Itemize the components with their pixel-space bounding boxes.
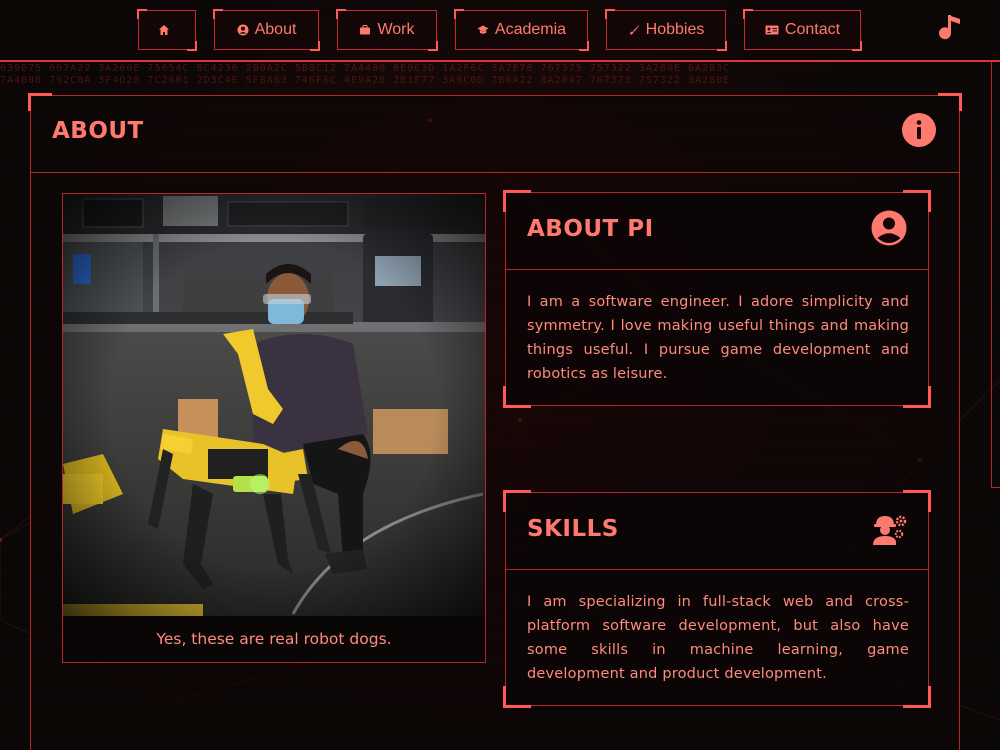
nav-home-button[interactable] bbox=[137, 9, 197, 51]
card-corner-bracket bbox=[503, 386, 531, 408]
nav-work-label: Work bbox=[377, 21, 415, 38]
user-circle-icon bbox=[237, 24, 249, 36]
paintbrush-icon bbox=[629, 25, 639, 35]
skills-text: I am specializing in full-stack web and … bbox=[527, 594, 909, 682]
nav-work-button[interactable]: Work bbox=[336, 9, 438, 51]
code-ticker-decoration: 639E75 667A22 3A200E 75654C 8C4236 2B0A2… bbox=[0, 63, 731, 86]
user-gears-icon bbox=[873, 515, 907, 545]
about-pi-card: ABOUT PI I am a software engineer. I ado… bbox=[503, 190, 931, 408]
card-corner-bracket bbox=[503, 686, 531, 708]
user-circle-icon bbox=[871, 210, 907, 246]
nav-about-label: About bbox=[254, 21, 297, 38]
home-icon bbox=[159, 25, 169, 35]
robot-dog-photo bbox=[63, 194, 485, 616]
skills-header: SKILLS bbox=[506, 493, 928, 570]
nav-academia-button[interactable]: Academia bbox=[454, 9, 589, 51]
photo-caption: Yes, these are real robot dogs. bbox=[156, 630, 392, 648]
about-pi-header: ABOUT PI bbox=[506, 193, 928, 270]
nav-hobbies-label: Hobbies bbox=[645, 21, 705, 38]
about-pi-title: ABOUT PI bbox=[527, 216, 654, 242]
nav-contact-button[interactable]: Contact bbox=[743, 9, 862, 51]
card-corner-bracket bbox=[903, 386, 931, 408]
scrollbar-rail[interactable] bbox=[991, 62, 1000, 488]
about-pi-text: I am a software engineer. I adore simpli… bbox=[527, 294, 909, 382]
skills-title: SKILLS bbox=[527, 516, 619, 542]
robot-dog-photo-frame: Yes, these are real robot dogs. bbox=[62, 193, 486, 663]
nav-academia-label: Academia bbox=[494, 21, 567, 38]
nav-about-button[interactable]: About bbox=[213, 9, 320, 51]
music-note-icon[interactable] bbox=[938, 12, 966, 44]
nav-divider-line bbox=[0, 60, 1000, 62]
briefcase-icon bbox=[360, 25, 371, 35]
address-card-icon bbox=[765, 25, 779, 35]
card-corner-bracket bbox=[903, 686, 931, 708]
nav-contact-label: Contact bbox=[784, 21, 841, 38]
about-title: ABOUT bbox=[52, 118, 144, 144]
nav-hobbies-button[interactable]: Hobbies bbox=[605, 9, 727, 51]
skills-card: SKILLS I am specializing in full-stack w… bbox=[503, 490, 931, 708]
info-icon bbox=[902, 113, 936, 147]
top-navigation: About Work Academia Hobbies Contact bbox=[0, 0, 1000, 62]
graduation-cap-icon bbox=[477, 25, 489, 34]
about-panel-header: ABOUT bbox=[31, 96, 959, 173]
